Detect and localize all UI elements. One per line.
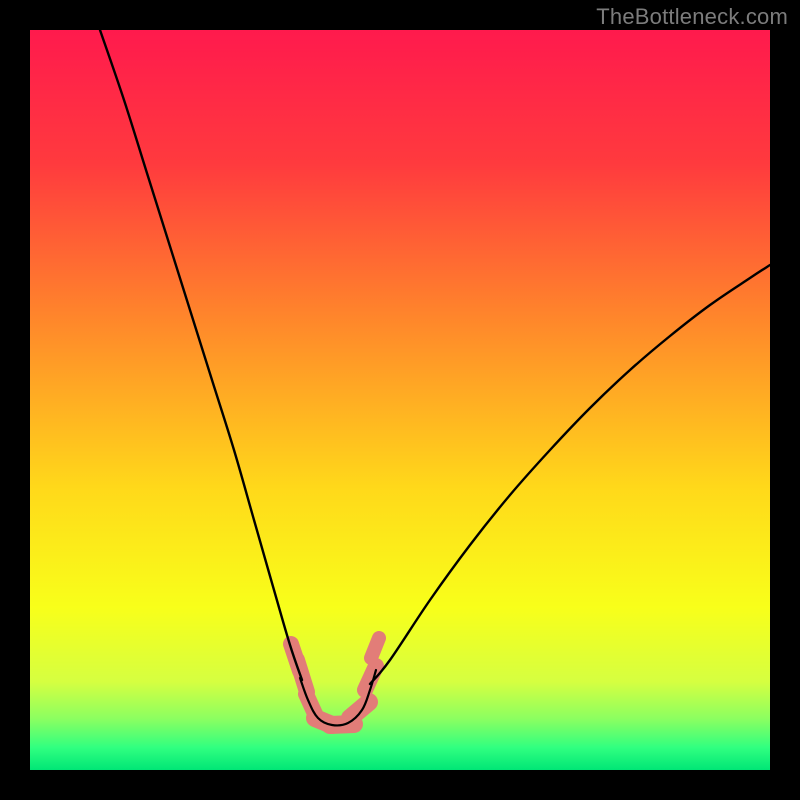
chart-svg	[30, 30, 770, 770]
watermark-text: TheBottleneck.com	[596, 4, 788, 30]
chart-plot-area	[30, 30, 770, 770]
chart-frame: TheBottleneck.com	[0, 0, 800, 800]
